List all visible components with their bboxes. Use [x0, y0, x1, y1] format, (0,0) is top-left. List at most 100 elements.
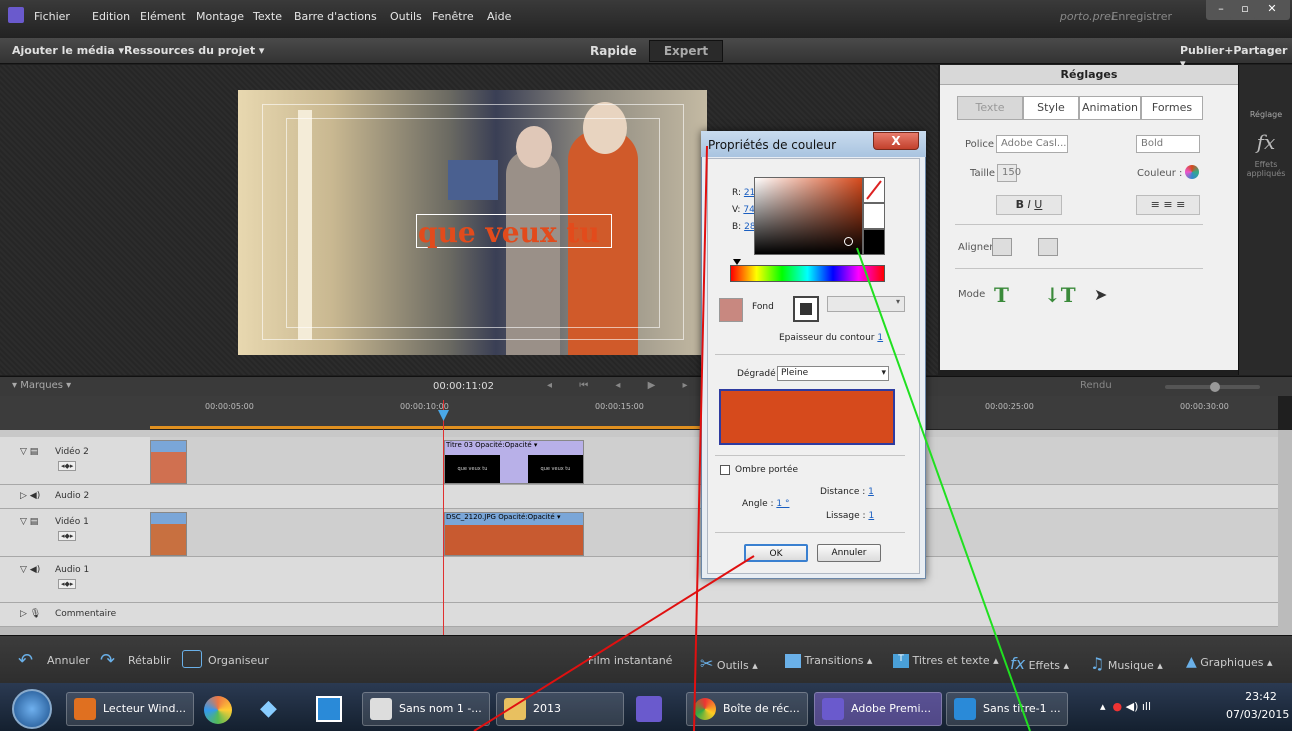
- color-picker-cursor[interactable]: [844, 237, 853, 246]
- no-color-swatch[interactable]: [863, 177, 885, 203]
- undo-button[interactable]: Annuler: [47, 654, 90, 667]
- track-header-narration[interactable]: ▷ 🎙 Commentaire: [0, 603, 150, 627]
- redo-button[interactable]: Rétablir: [128, 654, 171, 667]
- picasa-icon[interactable]: [204, 696, 232, 724]
- fx-icon[interactable]: fx: [1240, 130, 1292, 154]
- tab-animation[interactable]: Animation: [1079, 96, 1141, 120]
- ok-button[interactable]: OK: [744, 544, 808, 562]
- menu-barre-actions[interactable]: Barre d'actions: [294, 10, 377, 23]
- clip-video1-start[interactable]: [150, 512, 187, 556]
- track-header-audio1[interactable]: ▽ ◀) Audio 1 ◂◆▸: [0, 557, 150, 603]
- menu-edition[interactable]: Edition: [92, 10, 130, 23]
- transport-controls[interactable]: ◂ ⏮ ◂ ▶ ▸: [547, 380, 699, 391]
- color-palette-icon[interactable]: [1185, 165, 1199, 179]
- zoom-slider-knob[interactable]: [1210, 382, 1220, 392]
- playhead[interactable]: [443, 400, 444, 635]
- smoothing-value[interactable]: 1: [868, 511, 874, 521]
- add-media-button[interactable]: Ajouter le média ▾: [12, 44, 124, 57]
- taskbar-chrome[interactable]: Boîte de réc...: [686, 692, 808, 726]
- book-icon[interactable]: ◆: [260, 696, 288, 724]
- premiere-taskbar-icon[interactable]: [636, 696, 662, 722]
- track-header-audio2[interactable]: ▷ ◀) Audio 2: [0, 485, 150, 509]
- fill-color-swatch[interactable]: [719, 298, 743, 322]
- taskbar-adobe-premiere[interactable]: Adobe Premi...: [814, 692, 942, 726]
- taskbar-label: Sans titre-1 ...: [983, 702, 1061, 715]
- work-area-bar[interactable]: [150, 426, 700, 429]
- transitions-button[interactable]: Transitions ▴: [785, 654, 872, 668]
- size-field[interactable]: 150: [997, 164, 1021, 182]
- taskbar-windows-player[interactable]: Lecteur Wind...: [66, 692, 194, 726]
- graphics-button[interactable]: ▲ Graphiques ▴: [1186, 654, 1273, 670]
- drop-shadow-checkbox[interactable]: [720, 465, 730, 475]
- taskbar-folder-2013[interactable]: 2013: [496, 692, 624, 726]
- elements-organizer-icon[interactable]: [316, 696, 342, 722]
- vertical-scrollbar[interactable]: [1278, 430, 1292, 635]
- mode-quick-tab[interactable]: Rapide: [590, 44, 637, 58]
- taskbar-label: Boîte de réc...: [723, 702, 800, 715]
- tab-formes[interactable]: Formes: [1141, 96, 1203, 120]
- render-button[interactable]: Rendu: [1080, 380, 1112, 391]
- tab-style[interactable]: Style: [1023, 96, 1079, 120]
- angle-value[interactable]: 1 °: [776, 499, 789, 509]
- taskbar-label: Sans nom 1 -...: [399, 702, 482, 715]
- menu-element[interactable]: Elément: [140, 10, 186, 23]
- start-button[interactable]: [12, 689, 52, 729]
- stroke-type-dropdown[interactable]: ▾: [827, 296, 905, 312]
- clip-video2-start[interactable]: [150, 440, 187, 484]
- menu-fenetre[interactable]: Fenêtre: [432, 10, 474, 23]
- clock-time[interactable]: 23:42: [1234, 690, 1288, 703]
- applied-effects-button[interactable]: Effets appliqués: [1240, 160, 1292, 178]
- organizer-icon[interactable]: [182, 650, 202, 668]
- tools-button[interactable]: ✂ Outils ▴: [700, 654, 758, 673]
- video-preview[interactable]: que veux tu: [238, 90, 707, 355]
- tray-icons[interactable]: ▴ ● ◀) ıll: [1100, 700, 1151, 713]
- vertical-text-icon[interactable]: ↓T: [1044, 283, 1076, 307]
- music-button[interactable]: ♫ Musique ▴: [1090, 654, 1163, 673]
- align-horizontal-icon[interactable]: [992, 238, 1012, 256]
- track-narration[interactable]: [150, 603, 1278, 627]
- horizontal-scrollbar[interactable]: [0, 627, 1278, 635]
- taskbar-sans-titre[interactable]: Sans titre-1 ...: [946, 692, 1068, 726]
- menu-texte[interactable]: Texte: [253, 10, 282, 23]
- mode-expert-tab[interactable]: Expert: [649, 40, 723, 62]
- stroke-swatch[interactable]: [793, 296, 819, 322]
- align-buttons-group[interactable]: ≡ ≡ ≡: [1136, 195, 1200, 215]
- horizontal-text-icon[interactable]: T: [994, 283, 1009, 307]
- effects-button[interactable]: fx Effets ▴: [1010, 654, 1069, 673]
- dialog-close-button[interactable]: X: [873, 132, 919, 150]
- taskbar-sans-nom[interactable]: Sans nom 1 -...: [362, 692, 490, 726]
- menu-outils[interactable]: Outils: [390, 10, 422, 23]
- save-link[interactable]: Enregistrer: [1111, 10, 1172, 23]
- stroke-width-value[interactable]: 1: [877, 333, 883, 343]
- timecode-display: 00:00:11:02: [433, 381, 495, 392]
- organizer-button[interactable]: Organiseur: [208, 654, 269, 667]
- title-text-overlay[interactable]: que veux tu: [418, 216, 600, 249]
- project-assets-button[interactable]: Ressources du projet ▾: [124, 44, 264, 57]
- redo-icon[interactable]: ↷: [100, 650, 115, 671]
- font-dropdown[interactable]: Adobe Casl...: [996, 135, 1068, 153]
- distance-value[interactable]: 1: [868, 487, 874, 497]
- clock-date[interactable]: 07/03/2015: [1226, 708, 1289, 721]
- menu-fichier[interactable]: Fichier: [34, 10, 70, 23]
- instant-movie-button[interactable]: Film instantané: [588, 654, 672, 667]
- bold-italic-underline-group[interactable]: B I U: [996, 195, 1062, 215]
- weight-dropdown[interactable]: Bold: [1136, 135, 1200, 153]
- menu-aide[interactable]: Aide: [487, 10, 511, 23]
- undo-icon[interactable]: ↶: [18, 650, 33, 671]
- white-swatch[interactable]: [863, 203, 885, 229]
- cancel-button[interactable]: Annuler: [817, 544, 881, 562]
- selection-tool-icon[interactable]: ➤: [1094, 285, 1107, 304]
- markers-dropdown[interactable]: ▾ Marques ▾: [12, 380, 71, 391]
- titles-button[interactable]: T Titres et texte ▴: [893, 654, 999, 668]
- hue-marker-icon[interactable]: [733, 259, 741, 265]
- adjust-button[interactable]: Réglage: [1240, 110, 1292, 119]
- menu-montage[interactable]: Montage: [196, 10, 244, 23]
- hue-slider[interactable]: [730, 265, 885, 282]
- close-window-button[interactable]: ✕: [1254, 0, 1290, 20]
- track-header-video1[interactable]: ▽ ▤ Vidéo 1 ◂◆▸: [0, 509, 150, 557]
- align-vertical-icon[interactable]: [1038, 238, 1058, 256]
- gradient-dropdown[interactable]: Pleine ▾: [777, 366, 889, 381]
- tab-texte[interactable]: Texte: [957, 96, 1023, 120]
- track-header-video2[interactable]: ▽ ▤ Vidéo 2 ◂◆▸: [0, 437, 150, 485]
- black-swatch[interactable]: [863, 229, 885, 255]
